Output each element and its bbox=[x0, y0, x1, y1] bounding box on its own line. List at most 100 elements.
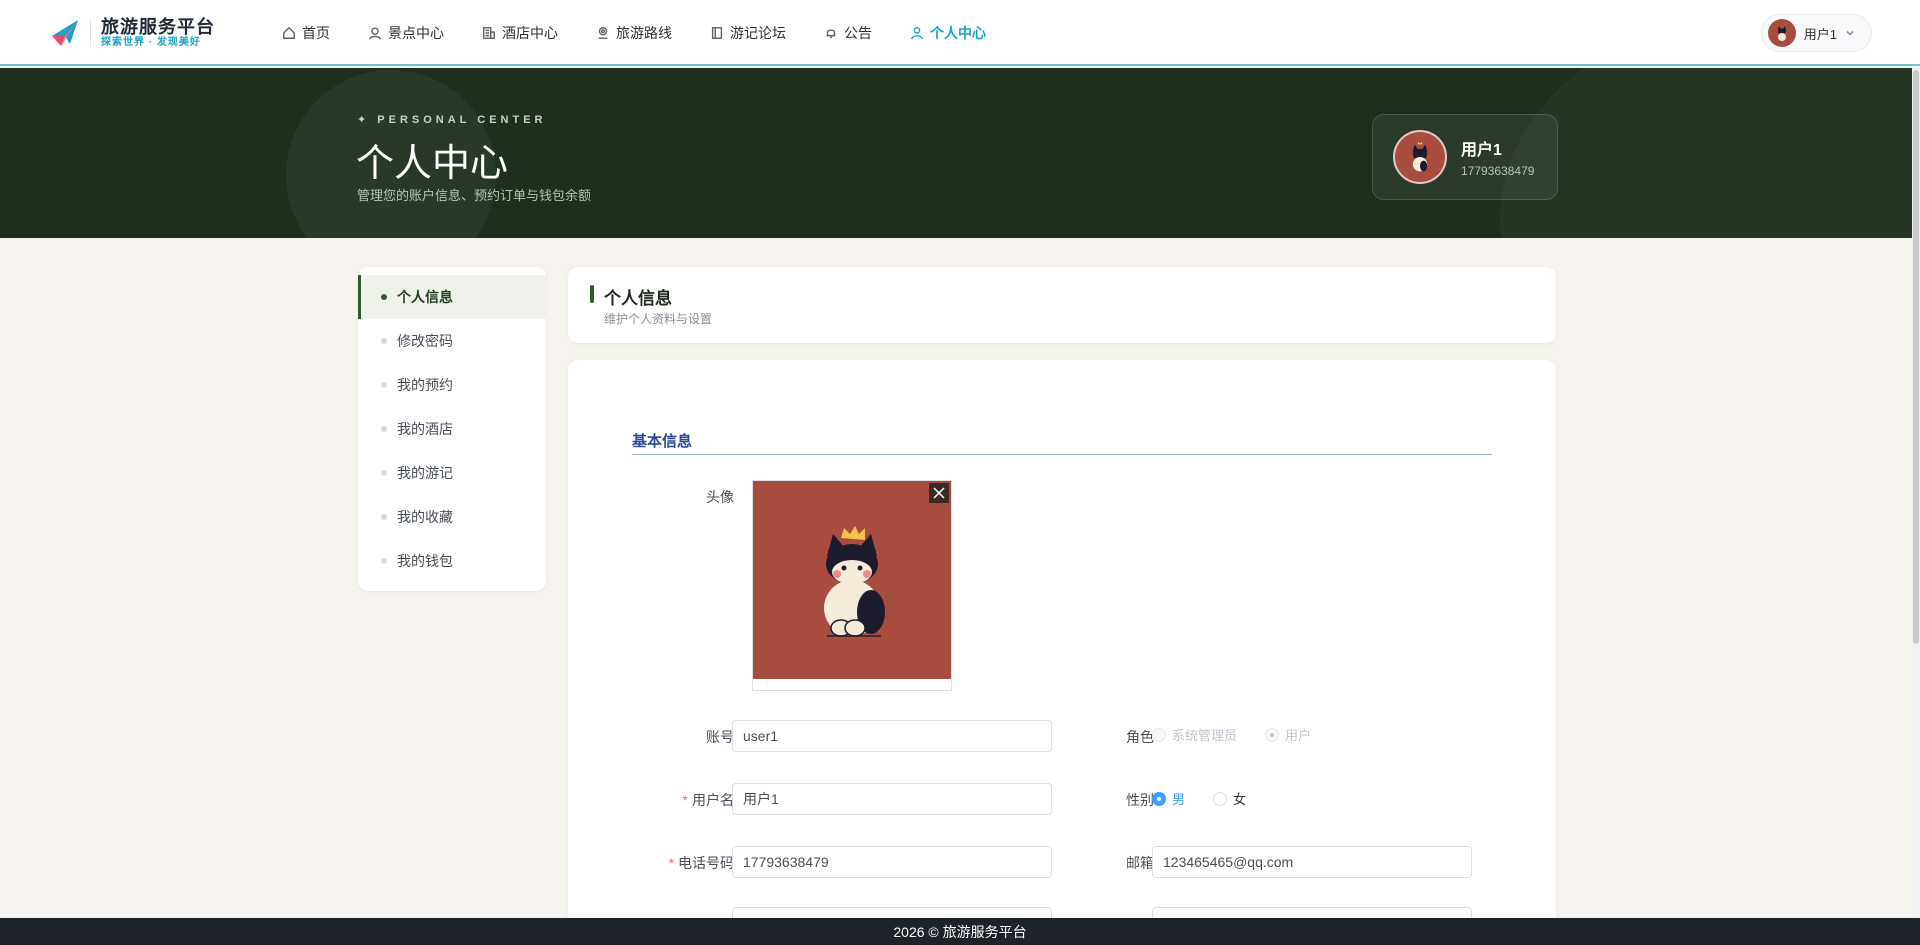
sidebar-menu: 个人信息 修改密码 我的预约 我的酒店 我的游记 我的收藏 我的钱包 bbox=[358, 267, 546, 591]
avatar-image bbox=[753, 481, 951, 679]
sidebar-item-label: 修改密码 bbox=[397, 333, 453, 349]
sidebar-item-label: 我的预约 bbox=[397, 377, 453, 393]
profile-form-card: 基本信息 头像 账号 角色 bbox=[568, 360, 1556, 945]
top-navbar: 旅游服务平台 探索世界 · 发现美好 首页 景点中心 酒店中心 旅游路线 游记论… bbox=[0, 0, 1920, 66]
nav-label: 酒店中心 bbox=[502, 25, 558, 41]
user-menu[interactable]: 用户1 bbox=[1760, 14, 1872, 52]
map-pin-icon bbox=[598, 27, 608, 39]
cat-avatar-icon bbox=[1412, 141, 1428, 172]
book-icon bbox=[711, 27, 723, 39]
nav-item-notice[interactable]: 公告 bbox=[824, 0, 872, 66]
username-label-text: 用户名 bbox=[692, 792, 734, 808]
decorative-circle bbox=[1500, 68, 1920, 238]
nav-item-forum[interactable]: 游记论坛 bbox=[710, 0, 786, 66]
nav-label: 旅游路线 bbox=[616, 25, 672, 41]
section-header-card: 个人信息 维护个人资料与设置 bbox=[568, 267, 1556, 343]
profile-summary-card: 用户1 17793638479 bbox=[1372, 114, 1558, 200]
nav-item-hotels[interactable]: 酒店中心 bbox=[482, 0, 558, 66]
building-icon bbox=[483, 27, 495, 39]
sidebar-item-profile[interactable]: 个人信息 bbox=[358, 275, 546, 319]
sidebar-item-label: 个人信息 bbox=[397, 289, 453, 305]
sidebar-item-reservations[interactable]: 我的预约 bbox=[358, 363, 546, 407]
chevron-down-icon bbox=[1846, 30, 1854, 36]
radio-circle bbox=[1213, 791, 1228, 806]
phone-input[interactable] bbox=[732, 846, 1052, 878]
user-name: 用户1 bbox=[1803, 26, 1837, 42]
section-subtitle: 维护个人资料与设置 bbox=[604, 312, 713, 326]
phone-label: * 电话号码 bbox=[624, 853, 734, 873]
nav-label: 个人中心 bbox=[930, 25, 986, 41]
nav-item-home[interactable]: 首页 bbox=[282, 0, 330, 66]
radio-label: 男 bbox=[1172, 792, 1186, 807]
username-input[interactable] bbox=[732, 783, 1052, 815]
nav-label: 景点中心 bbox=[388, 25, 444, 41]
sidebar-item-hotels[interactable]: 我的酒店 bbox=[358, 407, 546, 451]
bullet-icon bbox=[381, 382, 387, 388]
radio-label: 女 bbox=[1233, 792, 1247, 807]
nav-item-attractions[interactable]: 景点中心 bbox=[368, 0, 444, 66]
profile-phone: 17793638479 bbox=[1461, 164, 1535, 178]
sidebar-item-label: 我的酒店 bbox=[397, 421, 453, 437]
cat-avatar-icon bbox=[824, 526, 885, 637]
app-subtitle: 探索世界 · 发现美好 bbox=[101, 37, 201, 48]
sidebar-item-label: 我的钱包 bbox=[397, 553, 453, 569]
profile-name: 用户1 bbox=[1461, 142, 1502, 159]
banner-description: 管理您的账户信息、预约订单与钱包余额 bbox=[357, 188, 592, 203]
accent-bar bbox=[590, 285, 594, 303]
email-input[interactable] bbox=[1152, 846, 1472, 878]
gender-label: 性别 bbox=[1126, 792, 1154, 808]
nav-item-routes[interactable]: 旅游路线 bbox=[596, 0, 672, 66]
radio-label: 系统管理员 bbox=[1172, 728, 1238, 743]
airplane-icon bbox=[48, 16, 82, 50]
gender-radio-group: 男 女 bbox=[1152, 789, 1274, 808]
sidebar-item-change-password[interactable]: 修改密码 bbox=[358, 319, 546, 363]
sidebar-item-label: 我的游记 bbox=[397, 465, 453, 481]
username-label: * 用户名 bbox=[624, 790, 734, 810]
account-input[interactable] bbox=[732, 720, 1052, 752]
bullet-icon bbox=[381, 294, 387, 300]
logo-divider bbox=[90, 19, 91, 47]
user-icon bbox=[911, 27, 923, 40]
footer: 2026 © 旅游服务平台 bbox=[0, 918, 1920, 945]
bullet-icon bbox=[381, 470, 387, 476]
logo[interactable]: 旅游服务平台 探索世界 · 发现美好 bbox=[48, 16, 215, 50]
account-label: 账号 bbox=[706, 729, 734, 745]
sidebar-item-wallet[interactable]: 我的钱包 bbox=[358, 539, 546, 583]
sidebar-item-favorites[interactable]: 我的收藏 bbox=[358, 495, 546, 539]
radio-label: 用户 bbox=[1285, 728, 1312, 743]
avatar bbox=[1393, 130, 1447, 184]
gender-option-female[interactable]: 女 bbox=[1213, 789, 1246, 808]
location-icon bbox=[369, 27, 381, 40]
bullet-icon bbox=[381, 426, 387, 432]
gender-option-male[interactable]: 男 bbox=[1152, 789, 1185, 808]
remove-avatar-button[interactable] bbox=[929, 483, 949, 503]
nav-label: 游记论坛 bbox=[730, 25, 786, 41]
footer-copyright: 2026 © 旅游服务平台 bbox=[893, 923, 1027, 940]
phone-label-text: 电话号码 bbox=[678, 855, 734, 871]
sidebar-item-travelogues[interactable]: 我的游记 bbox=[358, 451, 546, 495]
bell-icon bbox=[826, 29, 836, 39]
radio-circle bbox=[1152, 727, 1166, 742]
sidebar-item-label: 我的收藏 bbox=[397, 509, 453, 525]
section-title: 个人信息 bbox=[604, 289, 672, 308]
role-option-user[interactable]: 用户 bbox=[1265, 725, 1311, 744]
banner-eyebrow: ✦ PERSONAL CENTER bbox=[357, 114, 547, 126]
avatar-uploader[interactable] bbox=[752, 480, 952, 691]
page-title: 个人中心 bbox=[356, 141, 509, 185]
nav-label: 首页 bbox=[302, 25, 330, 41]
email-label: 邮箱 bbox=[1126, 855, 1154, 871]
role-label: 角色 bbox=[1126, 729, 1154, 745]
avatar bbox=[1767, 19, 1796, 47]
main-nav: 首页 景点中心 酒店中心 旅游路线 游记论坛 公告 个人中心 bbox=[282, 0, 1024, 66]
role-option-admin[interactable]: 系统管理员 bbox=[1152, 725, 1237, 744]
bullet-icon bbox=[381, 558, 387, 564]
nav-label: 公告 bbox=[844, 25, 872, 41]
scrollbar-thumb[interactable] bbox=[1913, 70, 1919, 644]
avatar-label: 头像 bbox=[706, 489, 734, 505]
app-title: 旅游服务平台 bbox=[101, 17, 215, 37]
role-radio-group: 系统管理员 用户 bbox=[1152, 725, 1339, 744]
nav-item-personal-center[interactable]: 个人中心 bbox=[910, 0, 986, 66]
home-icon bbox=[283, 26, 295, 39]
cat-avatar-icon bbox=[1777, 26, 1786, 41]
close-icon bbox=[933, 487, 945, 499]
